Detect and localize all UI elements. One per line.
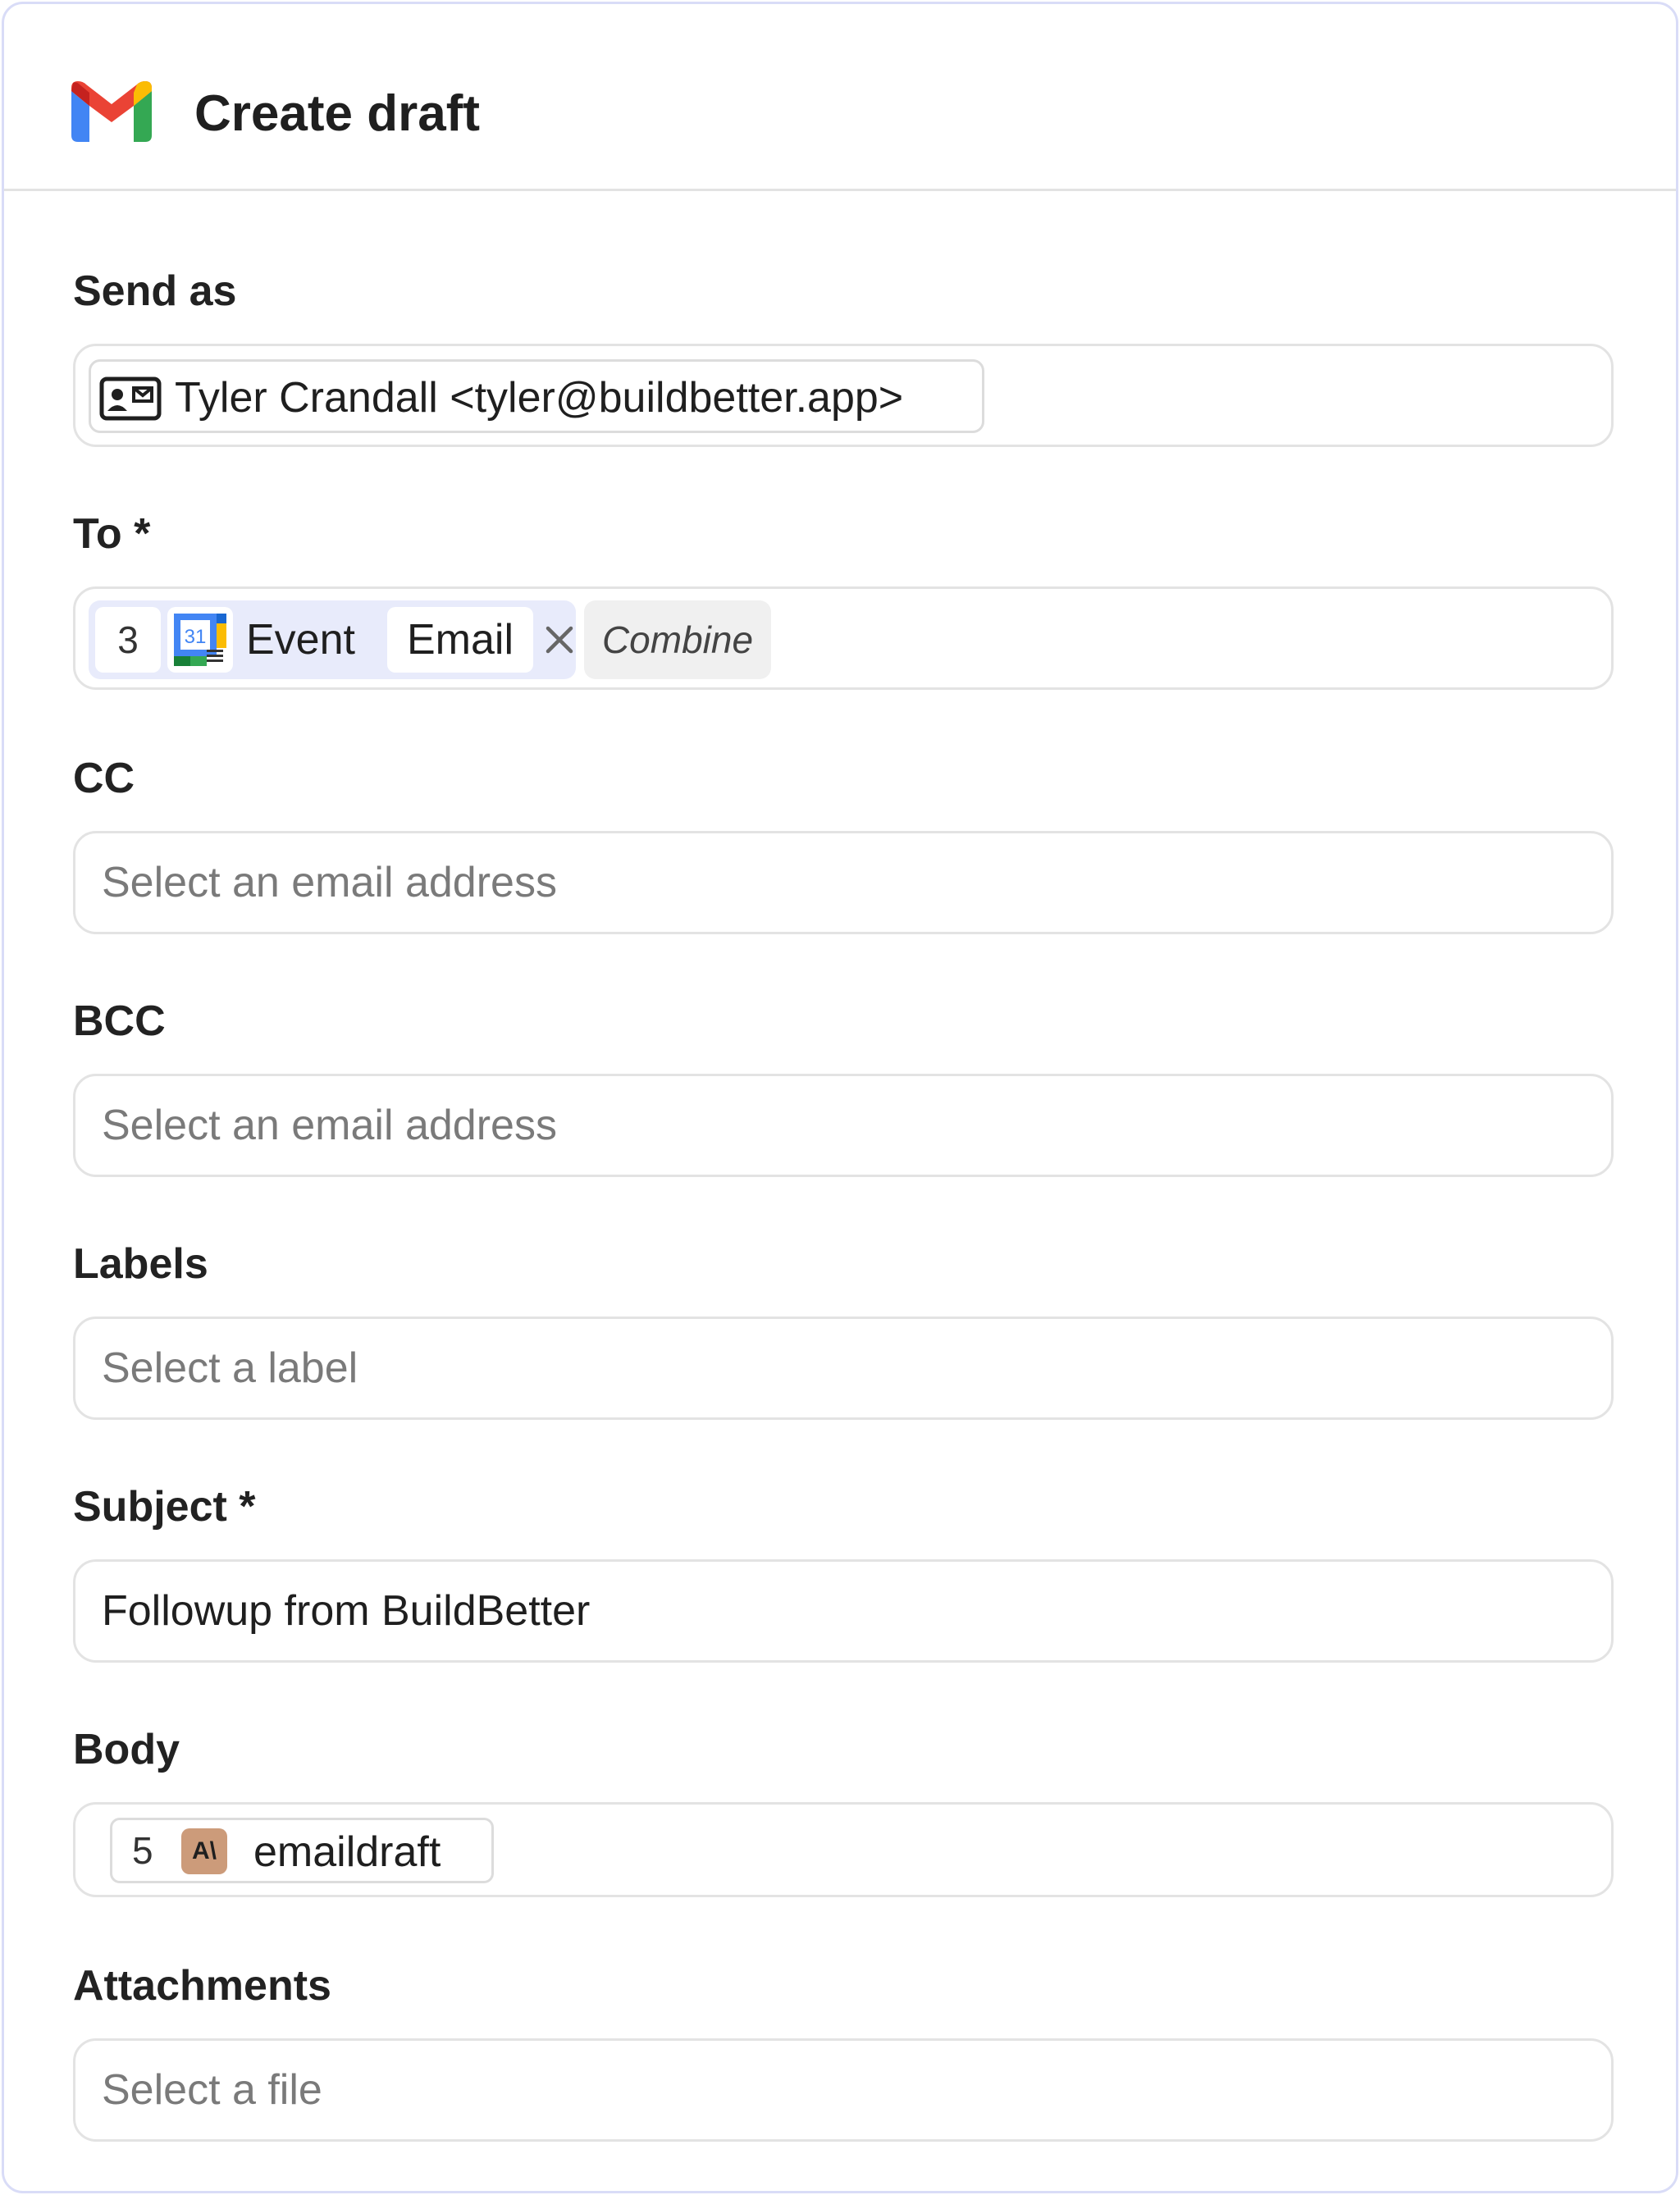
send-as-field[interactable]: Tyler Crandall <tyler@buildbetter.app> [73,344,1614,447]
close-icon[interactable] [538,618,581,661]
bcc-label: BCC [73,997,166,1045]
labels-label: Labels [73,1240,208,1288]
bcc-placeholder: Select an email address [102,1102,557,1149]
step-number-badge: 3 [95,607,161,673]
anthropic-icon: A\ [181,1828,227,1874]
page-title: Create draft [194,85,480,142]
sender-chip[interactable]: Tyler Crandall <tyler@buildbetter.app> [89,359,984,433]
attachments-placeholder: Select a file [102,2066,322,2114]
subject-label: Subject * [73,1483,256,1531]
source-field-name: emaildraft [253,1828,441,1876]
create-draft-panel: Create draft Send as Tyler Crandall <tyl… [2,2,1678,2193]
body-field[interactable]: 5 A\ emaildraft [73,1802,1614,1897]
source-field-name: Email [387,607,533,673]
cc-label: CC [73,755,135,802]
subject-field[interactable]: Followup from BuildBetter [73,1559,1614,1663]
attachments-label: Attachments [73,1962,331,2010]
step-number-badge: 5 [132,1829,153,1872]
cc-field[interactable]: Select an email address [73,831,1614,934]
attachments-field[interactable]: Select a file [73,2038,1614,2142]
gmail-icon [71,81,152,142]
labels-placeholder: Select a label [102,1344,358,1392]
to-field[interactable]: 3 31 Event Email Combine [73,586,1614,690]
google-calendar-icon: 31 [167,607,233,673]
to-variable-pill[interactable]: 3 31 Event Email [89,600,576,679]
sender-value: Tyler Crandall <tyler@buildbetter.app> [175,374,904,422]
panel-header: Create draft [4,4,1676,191]
bcc-field[interactable]: Select an email address [73,1074,1614,1177]
to-label: To * [73,510,151,558]
source-step-name: Event [246,616,355,664]
subject-value: Followup from BuildBetter [102,1587,591,1635]
svg-text:31: 31 [185,626,207,648]
body-label: Body [73,1726,180,1773]
labels-field[interactable]: Select a label [73,1317,1614,1420]
send-as-label: Send as [73,267,237,315]
cc-placeholder: Select an email address [102,859,557,906]
combine-button[interactable]: Combine [584,600,771,679]
body-variable-chip[interactable]: 5 A\ emaildraft [110,1818,494,1883]
contact-card-icon [99,376,162,421]
